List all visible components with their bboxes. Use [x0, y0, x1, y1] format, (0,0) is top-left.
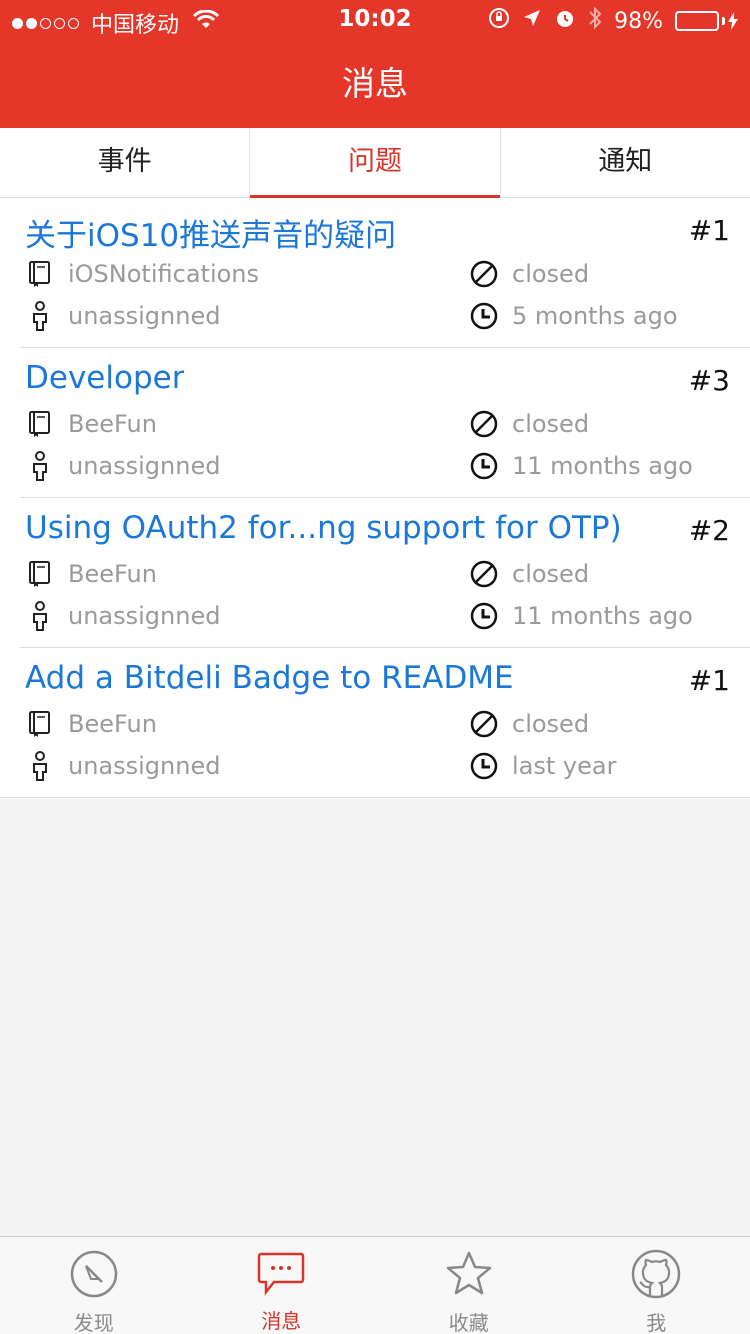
battery-percent: 98% — [614, 8, 663, 34]
closed-circle-icon — [470, 710, 498, 738]
tabbar-item-messages[interactable]: 消息 — [188, 1237, 376, 1334]
page-title: 消息 — [342, 64, 408, 103]
message-icon — [255, 1249, 307, 1297]
issue-assignee: unassignned — [26, 301, 221, 331]
rotation-lock-icon — [488, 7, 510, 35]
state-label: closed — [512, 560, 590, 588]
status-bar: 中国移动 10:02 98% — [0, 0, 750, 40]
issue-repo: iOSNotifications — [26, 260, 259, 288]
person-icon — [26, 301, 54, 331]
issue-repo: BeeFun — [26, 710, 157, 738]
repo-book-icon — [26, 260, 54, 288]
assignee-name: unassignned — [68, 602, 221, 630]
issue-row[interactable]: Using OAuth2 for...ng support for OTP) #… — [20, 498, 750, 648]
repo-name: BeeFun — [68, 710, 157, 738]
clock-icon — [470, 752, 498, 780]
location-icon — [522, 8, 542, 34]
issue-state: closed — [470, 560, 589, 588]
star-icon — [443, 1249, 495, 1299]
github-icon — [630, 1249, 682, 1299]
issue-number: #1 — [688, 664, 730, 697]
issue-row[interactable]: Developer #3 BeeFun unassignned closed 1… — [20, 348, 750, 498]
top-bar: 中国移动 10:02 98% 消息 — [0, 0, 750, 128]
issue-number: #2 — [688, 514, 730, 547]
tab-events[interactable]: 事件 — [0, 128, 249, 197]
repo-book-icon — [26, 410, 54, 438]
tabbar-item-discover[interactable]: 发现 — [0, 1237, 188, 1334]
tabbar-label: 消息 — [261, 1309, 302, 1333]
issue-repo: BeeFun — [26, 410, 157, 438]
clock-icon — [470, 602, 498, 630]
issue-repo: BeeFun — [26, 560, 157, 588]
tabbar-label: 收藏 — [448, 1311, 489, 1334]
tabbar-label: 我 — [646, 1311, 667, 1334]
issue-time: 11 months ago — [470, 452, 693, 480]
tabbar-label: 发现 — [73, 1311, 114, 1334]
person-icon — [26, 601, 54, 631]
clock-icon — [470, 452, 498, 480]
issue-row[interactable]: Add a Bitdeli Badge to README #1 BeeFun … — [0, 648, 750, 798]
repo-book-icon — [26, 560, 54, 588]
issue-time: 11 months ago — [470, 602, 693, 630]
issue-time: 5 months ago — [470, 302, 678, 330]
segmented-tabs: 事件 问题 通知 — [0, 128, 750, 198]
issue-number: #3 — [688, 364, 730, 397]
issue-assignee: unassignned — [26, 601, 221, 631]
tabbar-item-me[interactable]: 我 — [563, 1237, 750, 1334]
assignee-name: unassignned — [68, 452, 221, 480]
assignee-name: unassignned — [68, 302, 221, 330]
tab-issues[interactable]: 问题 — [249, 128, 500, 198]
battery-icon — [675, 11, 738, 31]
issue-state: closed — [470, 260, 589, 288]
issue-number: #1 — [688, 214, 730, 247]
issue-time: last year — [470, 752, 616, 780]
issue-row[interactable]: 关于iOS10推送声音的疑问 #1 iOSNotifications unass… — [20, 198, 750, 348]
bottom-tab-bar: 发现 消息 收藏 我 — [0, 1236, 750, 1334]
issue-list: 关于iOS10推送声音的疑问 #1 iOSNotifications unass… — [0, 198, 750, 798]
issue-state: closed — [470, 410, 589, 438]
state-label: closed — [512, 410, 590, 438]
repo-name: BeeFun — [68, 410, 157, 438]
issue-assignee: unassignned — [26, 451, 221, 481]
repo-book-icon — [26, 710, 54, 738]
closed-circle-icon — [470, 410, 498, 438]
time-label: 5 months ago — [512, 302, 678, 330]
time-label: 11 months ago — [512, 602, 693, 630]
issue-title[interactable]: Using OAuth2 for...ng support for OTP) — [25, 510, 622, 546]
tab-notifications[interactable]: 通知 — [499, 128, 750, 197]
state-label: closed — [512, 260, 590, 288]
tabbar-item-favorites[interactable]: 收藏 — [375, 1237, 563, 1334]
time-label: 11 months ago — [512, 452, 693, 480]
time-label: last year — [512, 752, 617, 780]
closed-circle-icon — [470, 260, 498, 288]
state-label: closed — [512, 710, 590, 738]
assignee-name: unassignned — [68, 752, 221, 780]
compass-icon — [68, 1249, 120, 1299]
issue-assignee: unassignned — [26, 751, 221, 781]
clock-icon — [470, 302, 498, 330]
closed-circle-icon — [470, 560, 498, 588]
person-icon — [26, 451, 54, 481]
bluetooth-icon — [588, 6, 602, 36]
repo-name: BeeFun — [68, 560, 157, 588]
repo-name: iOSNotifications — [68, 260, 260, 288]
issue-title[interactable]: 关于iOS10推送声音的疑问 — [25, 210, 396, 255]
person-icon — [26, 751, 54, 781]
issue-title[interactable]: Developer — [25, 360, 184, 396]
issue-state: closed — [470, 710, 589, 738]
issue-title[interactable]: Add a Bitdeli Badge to README — [25, 660, 514, 696]
alarm-icon — [554, 7, 576, 35]
